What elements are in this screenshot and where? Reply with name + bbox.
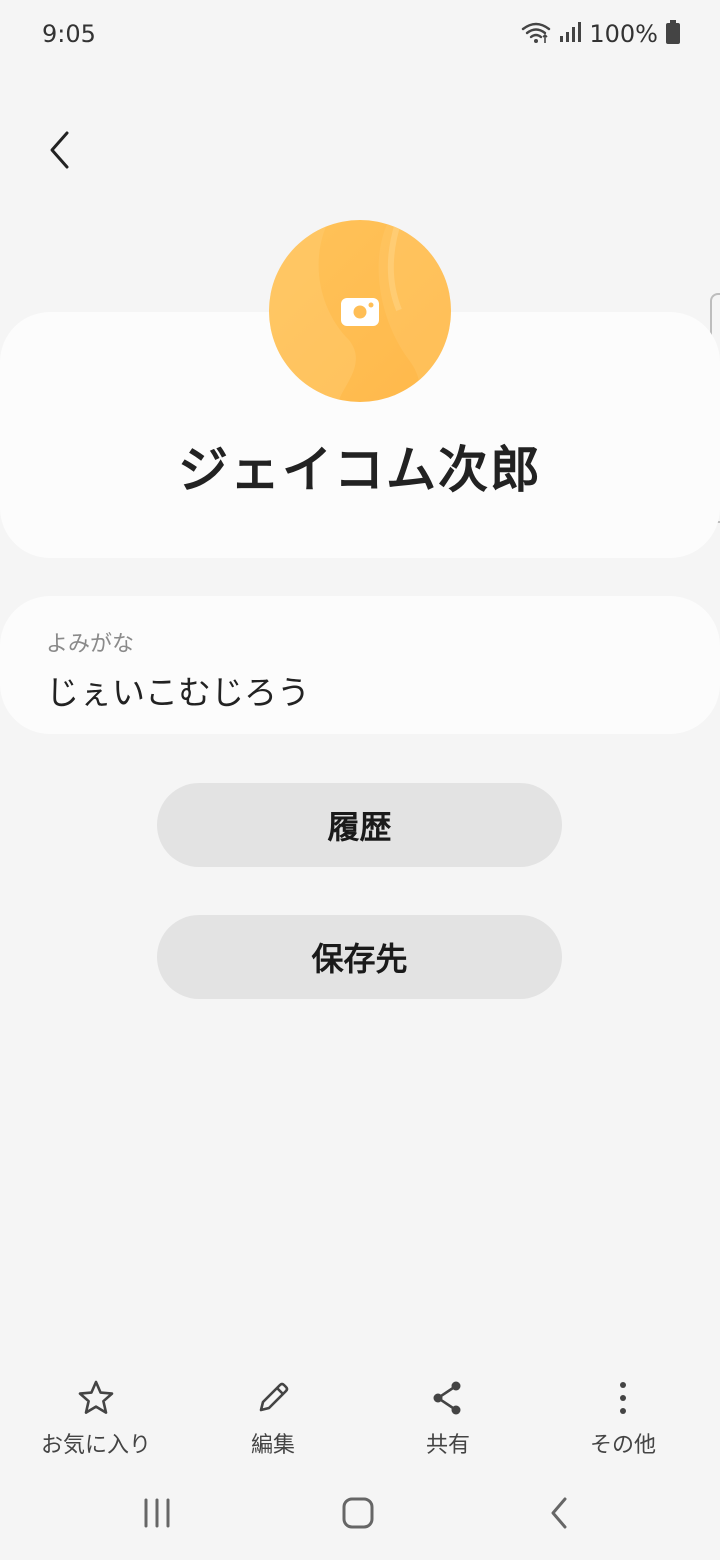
edit-button[interactable]: 編集 — [183, 1375, 363, 1465]
nav-back-button[interactable] — [520, 1485, 600, 1545]
status-bar: 9:05 100% — [0, 0, 720, 70]
contact-name: ジェイコム次郎 — [178, 441, 542, 499]
edit-label: 編集 — [250, 1433, 295, 1458]
reading-card[interactable]: よみがな じぇいこむじろう — [0, 596, 720, 734]
battery-percent: 100% — [589, 20, 658, 48]
battery-icon — [666, 20, 680, 48]
more-button[interactable]: その他 — [533, 1375, 713, 1465]
back-icon — [545, 1496, 575, 1534]
contact-avatar[interactable] — [269, 220, 451, 402]
home-button[interactable] — [318, 1485, 398, 1545]
recents-icon — [140, 1496, 174, 1534]
reading-value: じぇいこむじろう — [46, 673, 310, 712]
storage-location-button[interactable]: 保存先 — [157, 915, 562, 999]
recents-button[interactable] — [117, 1485, 197, 1545]
system-navigation-bar — [0, 1475, 720, 1555]
status-icons: 100% — [521, 20, 680, 48]
home-icon — [340, 1495, 376, 1535]
share-label: 共有 — [425, 1433, 470, 1458]
favorite-label: お気に入り — [40, 1433, 151, 1458]
status-time: 9:05 — [42, 20, 96, 48]
bottom-action-bar: お気に入り 編集 共有 その他 — [0, 1375, 720, 1465]
share-button[interactable]: 共有 — [358, 1375, 538, 1465]
signal-icon — [559, 21, 582, 47]
star-icon — [76, 1375, 116, 1421]
more-label: その他 — [589, 1433, 656, 1458]
reading-label: よみがな — [46, 632, 135, 657]
chevron-left-icon — [45, 130, 75, 174]
pencil-icon — [253, 1375, 293, 1421]
wifi-icon — [521, 20, 551, 48]
camera-icon — [341, 296, 379, 330]
history-button[interactable]: 履歴 — [157, 783, 562, 867]
favorite-button[interactable]: お気に入り — [6, 1375, 186, 1465]
back-button[interactable] — [30, 120, 90, 184]
share-icon — [428, 1375, 468, 1421]
more-vertical-icon — [603, 1375, 643, 1421]
